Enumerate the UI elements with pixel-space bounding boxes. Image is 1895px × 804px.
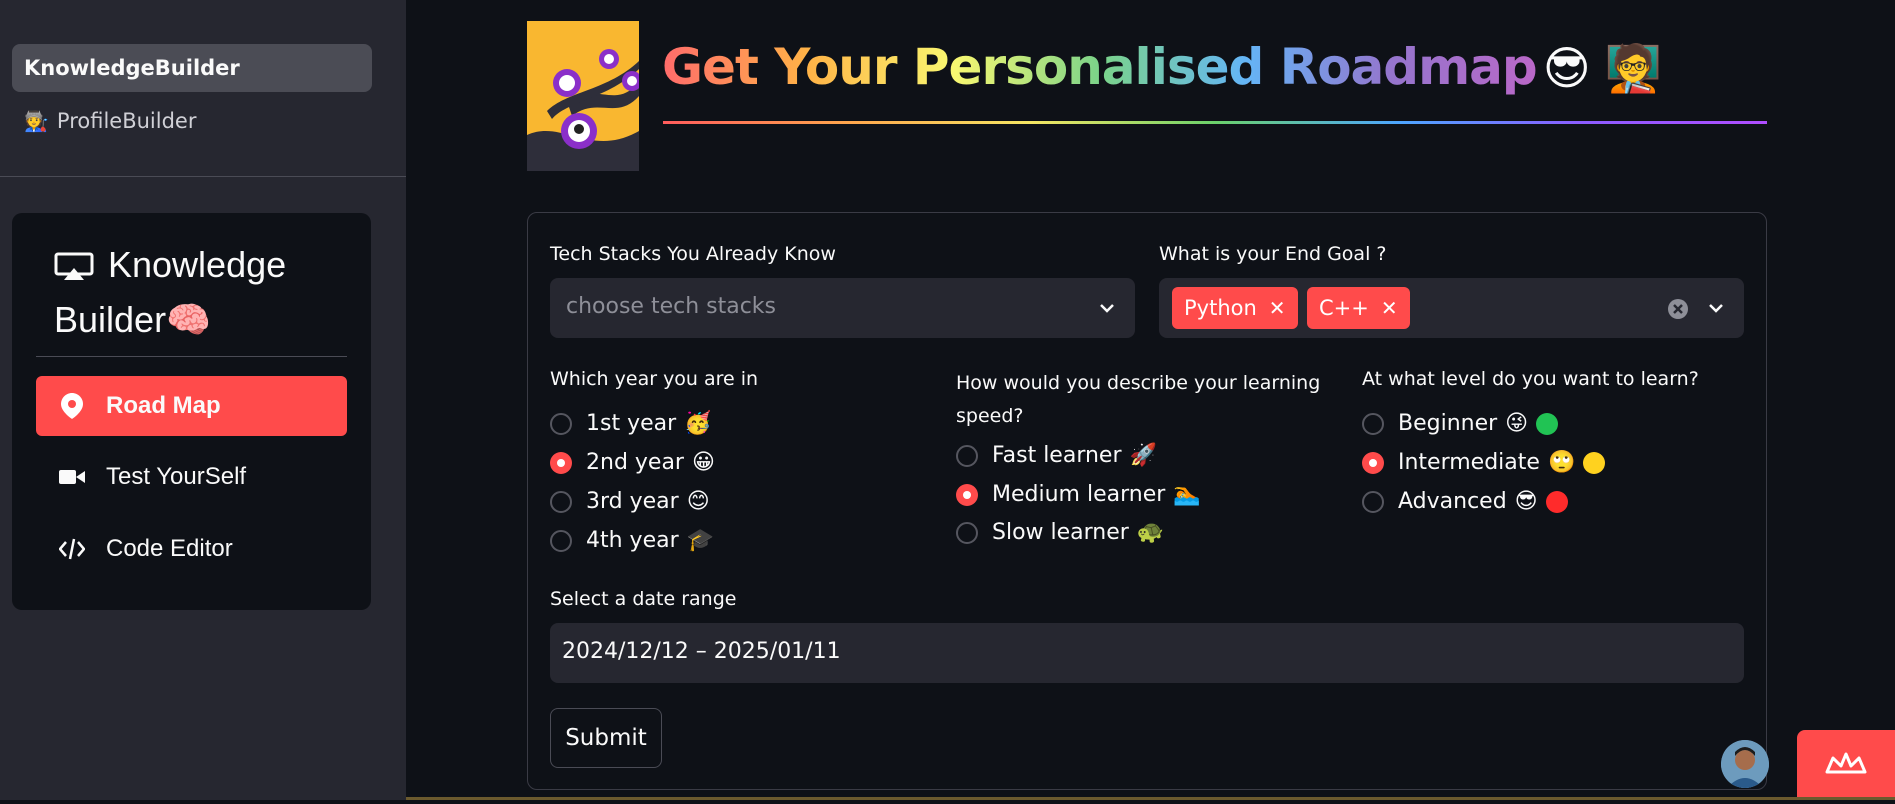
radio-option-intermediate[interactable]: Intermediate 🙄	[1362, 450, 1606, 475]
remove-tag-icon[interactable]: ✕	[1269, 296, 1286, 320]
radio-option-fast-learner[interactable]: Fast learner 🚀	[956, 443, 1157, 468]
chevron-down-icon[interactable]	[1095, 296, 1119, 320]
date-range-label: Select a date range	[550, 588, 737, 610]
radio-option-1st-year[interactable]: 1st year 🥳	[550, 411, 712, 436]
title-emoji-icon: 😎 🧑‍🏫	[1542, 41, 1662, 95]
radio-label: Advanced	[1398, 489, 1507, 514]
red-circle-icon	[1545, 490, 1568, 513]
radio-label: Slow learner	[992, 520, 1129, 545]
page-title-text: Get Your Personalised Roadmap	[662, 38, 1538, 96]
clear-all-icon[interactable]	[1667, 298, 1689, 320]
end-goal-tag-python[interactable]: Python ✕	[1172, 287, 1298, 329]
menu-item-label: Code Editor	[106, 535, 233, 562]
sidebar-page-label: ProfileBuilder	[56, 109, 197, 133]
radio-button[interactable]	[550, 412, 572, 435]
radio-button[interactable]	[550, 529, 572, 552]
roadmap-illustration	[527, 21, 639, 171]
radio-label: Beginner	[1398, 411, 1498, 436]
level-label: At what level do you want to learn?	[1362, 368, 1699, 390]
remove-tag-icon[interactable]: ✕	[1381, 296, 1398, 320]
graduation-cap-icon: 🎓	[686, 528, 715, 553]
streamlit-logo-badge[interactable]	[1797, 730, 1895, 800]
end-goal-multiselect[interactable]: Python ✕ C++ ✕	[1159, 278, 1744, 338]
page-title: Get Your Personalised Roadmap 😎 🧑‍🏫	[662, 38, 1662, 96]
chevron-down-icon[interactable]	[1704, 296, 1728, 320]
zany-face-icon: 😜	[1505, 411, 1529, 436]
radio-button[interactable]	[1362, 412, 1384, 435]
sunglasses-face-icon: 😎	[1514, 489, 1538, 514]
year-label: Which year you are in	[550, 368, 759, 390]
radio-label: Fast learner	[992, 443, 1122, 468]
sidebar-page-label: KnowledgeBuilder	[24, 56, 240, 80]
radio-option-3rd-year[interactable]: 3rd year 😊	[550, 489, 710, 514]
speed-label: How would you describe your learning spe…	[956, 372, 1321, 427]
tech-stacks-placeholder: choose tech stacks	[566, 294, 777, 319]
tag-label: Python	[1184, 296, 1257, 320]
end-goal-label: What is your End Goal ?	[1159, 243, 1387, 265]
rocket-icon: 🚀	[1129, 443, 1157, 468]
sidebar-page-profilebuilder[interactable]: 🧑‍🏭 ProfileBuilder	[12, 97, 372, 145]
menu-item-label: Road Map	[106, 392, 221, 419]
end-goal-tag-cpp[interactable]: C++ ✕	[1307, 287, 1410, 329]
menu-item-test-yourself[interactable]: Test YourSelf	[36, 447, 347, 507]
eye-roll-face-icon: 🙄	[1547, 450, 1576, 475]
cast-icon	[54, 252, 94, 281]
code-icon	[58, 535, 86, 563]
radio-button[interactable]	[956, 483, 978, 506]
radio-label: 4th year	[586, 528, 679, 553]
menu-item-code-editor[interactable]: Code Editor	[36, 519, 347, 579]
radio-button[interactable]	[956, 444, 978, 467]
title-rainbow-divider	[663, 121, 1767, 124]
turtle-icon: 🐢	[1136, 520, 1165, 545]
tag-label: C++	[1319, 296, 1369, 320]
green-circle-icon	[1536, 412, 1559, 435]
radio-option-slow-learner[interactable]: Slow learner 🐢	[956, 520, 1164, 545]
sidebar: KnowledgeBuilder 🧑‍🏭 ProfileBuilder Know…	[0, 0, 406, 800]
radio-option-2nd-year[interactable]: 2nd year 😀	[550, 450, 715, 475]
radio-button[interactable]	[550, 451, 572, 474]
radio-button[interactable]	[1362, 451, 1384, 474]
sidebar-divider	[0, 176, 406, 177]
sidebar-page-knowledgebuilder[interactable]: KnowledgeBuilder	[12, 44, 372, 92]
radio-button[interactable]	[1362, 490, 1384, 513]
party-face-icon: 🥳	[684, 411, 712, 436]
avatar[interactable]	[1721, 740, 1769, 788]
crown-icon	[1825, 752, 1867, 774]
map-pin-icon	[58, 392, 86, 420]
swimmer-icon: 🏊	[1173, 482, 1201, 507]
menu-item-label: Test YourSelf	[106, 463, 247, 490]
yellow-circle-icon	[1583, 451, 1606, 474]
radio-option-4th-year[interactable]: 4th year 🎓	[550, 528, 714, 553]
date-range-input[interactable]: 2024/12/12 – 2025/01/11	[550, 623, 1744, 683]
roadmap-form: Tech Stacks You Already Know choose tech…	[527, 212, 1767, 790]
radio-label: Medium learner	[992, 482, 1166, 507]
radio-label: 1st year	[586, 411, 677, 436]
grin-face-icon: 😀	[691, 450, 715, 475]
radio-option-medium-learner[interactable]: Medium learner 🏊	[956, 482, 1201, 507]
smile-face-icon: 😊	[686, 489, 710, 514]
radio-label: Intermediate	[1398, 450, 1540, 475]
menu-item-road-map[interactable]: Road Map	[36, 376, 347, 436]
option-menu: Knowledge Builder🧠 Road Map Test YourSel…	[12, 213, 371, 610]
menu-divider	[36, 356, 347, 357]
builder-emoji-icon: 🧑‍🏭	[24, 109, 49, 133]
submit-button[interactable]: Submit	[550, 708, 662, 768]
radio-option-advanced[interactable]: Advanced 😎	[1362, 489, 1568, 514]
radio-button[interactable]	[550, 490, 572, 513]
radio-label: 3rd year	[586, 489, 679, 514]
radio-button[interactable]	[956, 521, 978, 544]
tech-stacks-multiselect[interactable]: choose tech stacks	[550, 278, 1135, 338]
tech-stacks-label: Tech Stacks You Already Know	[550, 243, 836, 265]
menu-title: Knowledge Builder🧠	[54, 237, 354, 347]
video-camera-icon	[58, 463, 86, 491]
radio-label: 2nd year	[586, 450, 684, 475]
date-range-value: 2024/12/12 – 2025/01/11	[562, 639, 841, 664]
radio-option-beginner[interactable]: Beginner 😜	[1362, 411, 1559, 436]
